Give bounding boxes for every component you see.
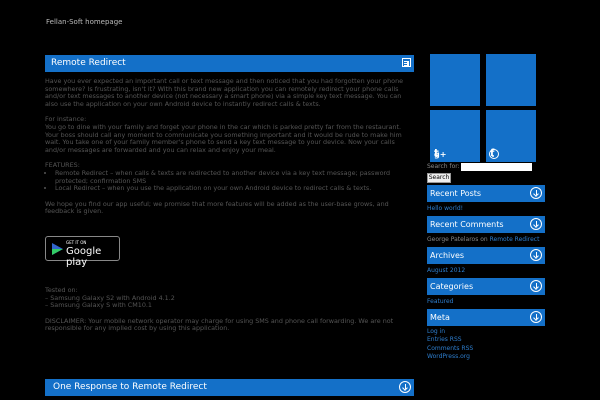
expand-arrow-icon[interactable] bbox=[530, 280, 542, 292]
badge-big-text: Google play bbox=[66, 246, 102, 268]
feature-item: Local Redirect – when you use the applic… bbox=[55, 185, 415, 193]
feature-item: Remote Redirect – when calls & texts are… bbox=[55, 169, 415, 185]
categories-header: Categories bbox=[427, 278, 545, 295]
recent-posts-title: Recent Posts bbox=[430, 189, 482, 198]
recent-posts-header: Recent Posts bbox=[427, 185, 545, 202]
category-link[interactable]: Featured bbox=[427, 298, 453, 305]
social-tile[interactable] bbox=[430, 54, 480, 106]
comment-post-link[interactable]: Remote Redirect bbox=[490, 236, 540, 243]
search-label: Search for: bbox=[427, 163, 460, 170]
features-list: Remote Redirect – when calls & texts are… bbox=[45, 169, 415, 193]
post-format-icon bbox=[402, 58, 411, 67]
search-button[interactable]: Search bbox=[427, 173, 451, 183]
meta-link-wordpress[interactable]: WordPress.org bbox=[427, 353, 473, 361]
expand-arrow-icon[interactable] bbox=[530, 249, 542, 261]
categories-title: Categories bbox=[430, 282, 474, 291]
meta-title: Meta bbox=[430, 313, 450, 322]
google-plus-tile[interactable]: g+ bbox=[430, 110, 480, 162]
google-play-badge[interactable]: GET IT ON Google play bbox=[45, 236, 120, 268]
tested-section: Tested on: – Samsung Galaxy S2 with Andr… bbox=[45, 286, 415, 341]
archives-title: Archives bbox=[430, 251, 465, 260]
expand-arrow-icon[interactable] bbox=[530, 187, 542, 199]
post-title-bar: Remote Redirect bbox=[45, 55, 414, 72]
intro-paragraph: Have you ever expected an important call… bbox=[45, 77, 404, 108]
post-title[interactable]: Remote Redirect bbox=[51, 58, 126, 68]
instance-paragraph: You go to dine with your family and forg… bbox=[45, 122, 402, 154]
meta-list: Log in Entries RSS Comments RSS WordPres… bbox=[427, 328, 473, 361]
rss-icon bbox=[489, 149, 499, 159]
site-title[interactable]: Fellan-Soft homepage bbox=[46, 18, 122, 26]
recent-post-link[interactable]: Hello world! bbox=[427, 205, 463, 212]
meta-link-login[interactable]: Log in bbox=[427, 328, 473, 336]
comment-on: on bbox=[478, 236, 490, 243]
expand-arrow-icon[interactable] bbox=[530, 218, 542, 230]
archive-link[interactable]: August 2012 bbox=[427, 267, 465, 274]
meta-link-entries-rss[interactable]: Entries RSS bbox=[427, 336, 473, 344]
google-plus-icon: g+ bbox=[434, 150, 447, 159]
recent-comment-item: George Patelaros on Remote Redirect bbox=[427, 236, 539, 243]
play-store-icon-lower bbox=[52, 249, 63, 255]
search-input[interactable] bbox=[461, 163, 532, 171]
tested-block: Tested on: – Samsung Galaxy S2 with Andr… bbox=[45, 286, 415, 310]
recent-comments-header: Recent Comments bbox=[427, 216, 545, 233]
tested-line: – Samsung Galaxy S with CM10.1 bbox=[45, 301, 152, 310]
meta-link-comments-rss[interactable]: Comments RSS bbox=[427, 345, 473, 353]
comment-author: George Patelaros bbox=[427, 236, 479, 243]
meta-header: Meta bbox=[427, 309, 545, 326]
expand-arrow-icon[interactable] bbox=[399, 381, 411, 393]
recent-comments-title: Recent Comments bbox=[430, 220, 504, 229]
responses-title: One Response to Remote Redirect bbox=[53, 382, 207, 392]
badge-small-text: GET IT ON bbox=[66, 240, 87, 245]
closing-paragraph: We hope you find our app useful; we prom… bbox=[45, 199, 389, 216]
responses-header: One Response to Remote Redirect bbox=[45, 379, 414, 396]
post-content: Have you ever expected an important call… bbox=[45, 77, 415, 224]
archives-header: Archives bbox=[427, 247, 545, 264]
expand-arrow-icon[interactable] bbox=[530, 311, 542, 323]
rss-tile[interactable] bbox=[486, 110, 536, 162]
social-tile[interactable] bbox=[486, 54, 536, 106]
disclaimer: DISCLAIMER: Your mobile network operator… bbox=[45, 316, 394, 333]
